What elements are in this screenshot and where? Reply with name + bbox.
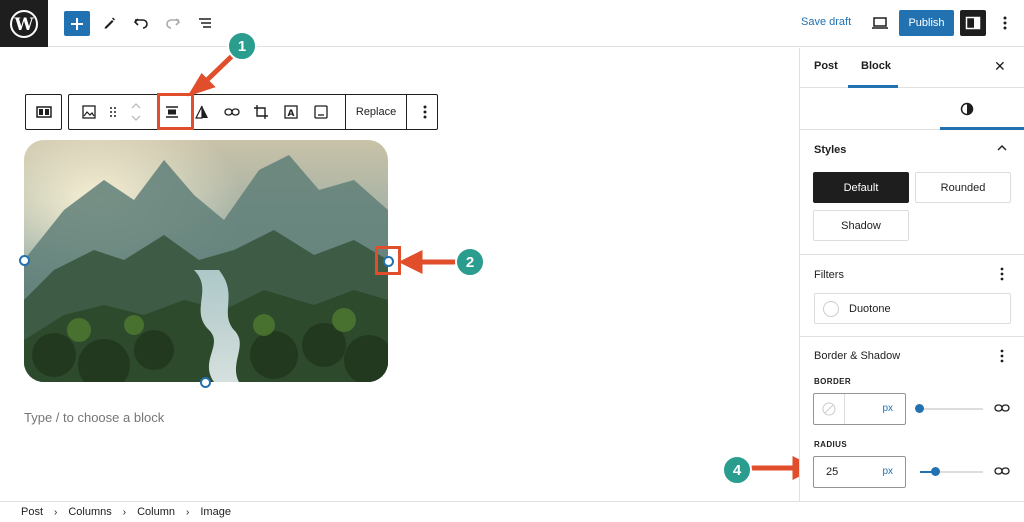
style-shadow-button[interactable]: Shadow — [813, 210, 909, 241]
more-vertical-icon[interactable] — [1000, 267, 1004, 281]
settings-sidebar: Post Block ✕ Styles Default Rounded Shad… — [799, 48, 1024, 501]
border-color-swatch[interactable] — [814, 394, 845, 424]
tab-post[interactable]: Post — [814, 60, 838, 72]
active-inspector-indicator — [940, 127, 1024, 130]
breadcrumb-item-post[interactable]: Post — [21, 506, 43, 518]
link-icon[interactable] — [994, 403, 1010, 413]
close-icon[interactable]: ✕ — [994, 58, 1006, 75]
border-width-field[interactable]: px — [813, 393, 906, 425]
callout-badge-4: 4 — [722, 455, 752, 485]
contrast-icon — [960, 102, 974, 116]
radius-label: RADIUS — [814, 440, 848, 449]
filters-panel-title: Filters — [814, 269, 844, 281]
duotone-control[interactable]: Duotone — [814, 293, 1011, 324]
border-unit[interactable]: px — [882, 403, 893, 414]
more-vertical-icon[interactable] — [1000, 349, 1004, 363]
block-inspector-tabs — [800, 88, 1024, 130]
chevron-up-icon[interactable] — [997, 145, 1007, 151]
link-icon[interactable] — [994, 466, 1010, 476]
sidebar-tabs: Post Block ✕ — [800, 48, 1024, 88]
no-color-icon — [822, 402, 836, 416]
border-shadow-panel-title: Border & Shadow — [814, 350, 901, 362]
tab-block[interactable]: Block — [861, 60, 891, 72]
breadcrumb: Post › Columns › Column › Image — [0, 501, 1024, 522]
chevron-right-icon: › — [54, 506, 58, 518]
styles-tab[interactable] — [960, 102, 974, 119]
radius-value[interactable]: 25 — [826, 466, 838, 478]
border-label: BORDER — [814, 377, 852, 386]
style-rounded-button[interactable]: Rounded — [915, 172, 1011, 203]
styles-panel-title[interactable]: Styles — [814, 144, 846, 156]
panel-divider — [800, 336, 1024, 337]
radius-slider-thumb[interactable] — [931, 467, 940, 476]
chevron-right-icon: › — [122, 506, 127, 518]
duotone-label: Duotone — [849, 302, 891, 315]
border-slider-track[interactable] — [916, 408, 983, 410]
callout-badge-2: 2 — [455, 247, 485, 277]
border-slider-thumb[interactable] — [915, 404, 924, 413]
style-default-button[interactable]: Default — [813, 172, 909, 203]
callout-badge-1: 1 — [227, 31, 257, 61]
radius-field[interactable]: 25 px — [813, 456, 906, 488]
radius-unit[interactable]: px — [882, 466, 893, 477]
breadcrumb-item-column[interactable]: Column — [137, 506, 175, 518]
breadcrumb-item-image[interactable]: Image — [200, 506, 231, 518]
duotone-swatch — [823, 300, 839, 317]
chevron-right-icon: › — [186, 506, 190, 518]
panel-divider — [800, 254, 1024, 255]
breadcrumb-item-columns[interactable]: Columns — [68, 506, 111, 518]
